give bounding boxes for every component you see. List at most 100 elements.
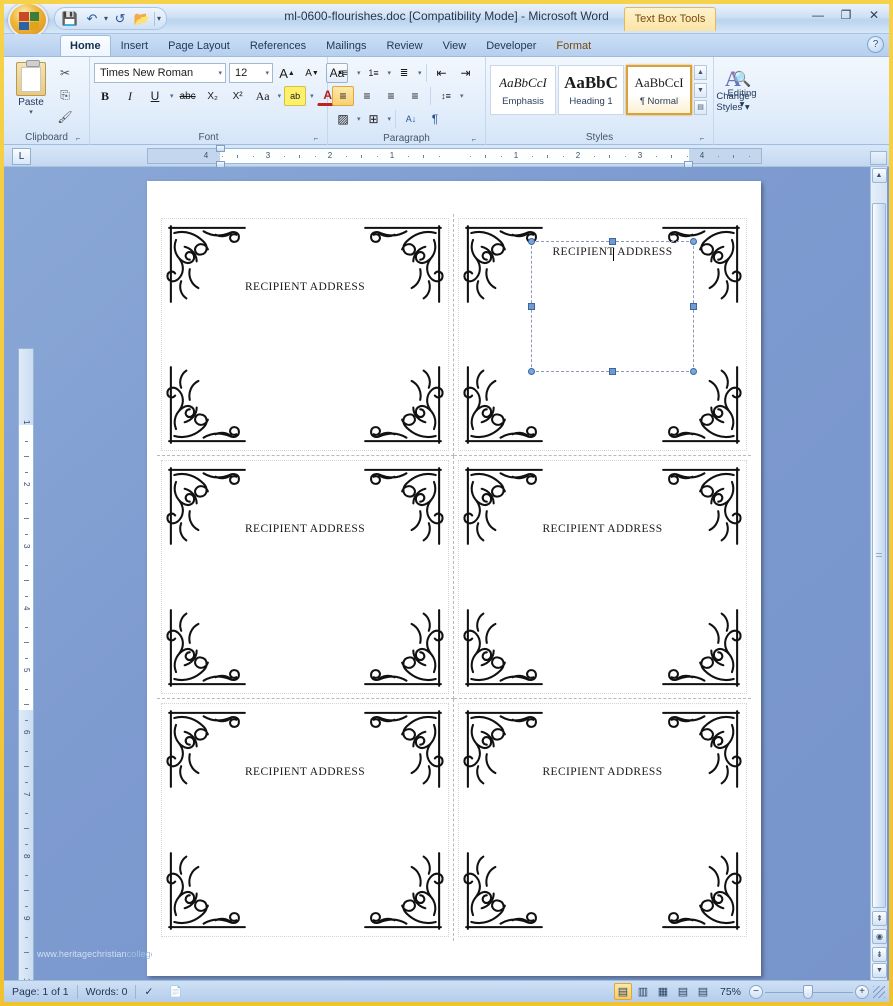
- font-name-caret-icon[interactable]: ▾: [218, 69, 222, 77]
- tab-format[interactable]: Format: [546, 35, 601, 56]
- grow-font-icon[interactable]: A▲: [276, 63, 298, 83]
- customize-qat-caret-icon[interactable]: ▾: [157, 14, 161, 23]
- tab-references[interactable]: References: [240, 35, 316, 56]
- restore-button[interactable]: ❐: [835, 6, 857, 24]
- vertical-ruler[interactable]: 1234567891011: [18, 348, 34, 980]
- multilevel-list-button[interactable]: ≣: [393, 63, 415, 83]
- split-window-handle[interactable]: [870, 151, 887, 165]
- style-tile-normal[interactable]: AaBbCcI ¶ Normal: [626, 65, 692, 115]
- recipient-address-text[interactable]: RECIPIENT ADDRESS: [162, 281, 448, 293]
- recipient-address-text[interactable]: RECIPIENT ADDRESS: [459, 766, 746, 778]
- bullets-caret-icon[interactable]: ▾: [357, 69, 361, 77]
- tab-page-layout[interactable]: Page Layout: [158, 35, 240, 56]
- minimize-button[interactable]: —: [807, 6, 829, 24]
- vertical-scrollbar[interactable]: ▲ ⇞ ◉ ⇟ ▼: [870, 167, 887, 980]
- strikethrough-button[interactable]: abc: [177, 86, 199, 106]
- document-page[interactable]: RECIPIENT ADDRESS RECIPIENT ADDRESS: [147, 181, 761, 976]
- language-icon[interactable]: 📄: [161, 985, 190, 998]
- decrease-indent-button[interactable]: ⇤: [431, 63, 453, 83]
- underline-button[interactable]: U: [144, 86, 166, 106]
- shading-caret-icon[interactable]: ▾: [357, 115, 361, 123]
- styles-dialog-launcher-icon[interactable]: ⌐: [697, 132, 707, 142]
- zoom-slider[interactable]: [765, 985, 853, 999]
- undo-icon[interactable]: ↶: [82, 9, 102, 28]
- styles-more-icon[interactable]: ▤: [694, 100, 707, 115]
- zoom-in-button[interactable]: +: [855, 985, 869, 999]
- page-indicator[interactable]: Page: 1 of 1: [4, 986, 77, 998]
- tab-review[interactable]: Review: [376, 35, 432, 56]
- zoom-level[interactable]: 75%: [714, 986, 747, 998]
- horizontal-ruler[interactable]: 43211234: [147, 148, 762, 164]
- card-cell-6[interactable]: RECIPIENT ADDRESS: [454, 699, 751, 941]
- tab-view[interactable]: View: [433, 35, 477, 56]
- view-full-screen-reading-icon[interactable]: ▥: [634, 983, 652, 1000]
- tab-insert[interactable]: Insert: [111, 35, 159, 56]
- scroll-up-icon[interactable]: ▲: [872, 168, 887, 183]
- tab-home[interactable]: Home: [60, 35, 111, 56]
- align-left-button[interactable]: ≡: [332, 86, 354, 106]
- tab-developer[interactable]: Developer: [476, 35, 546, 56]
- office-button[interactable]: [8, 4, 48, 38]
- view-draft-icon[interactable]: ▤: [694, 983, 712, 1000]
- numbering-caret-icon[interactable]: ▾: [388, 69, 392, 77]
- undo-dropdown-caret-icon[interactable]: ▾: [104, 14, 108, 23]
- shrink-font-icon[interactable]: A▼: [301, 63, 323, 83]
- view-print-layout-icon[interactable]: ▤: [614, 983, 632, 1000]
- view-outline-icon[interactable]: ▤: [674, 983, 692, 1000]
- zoom-out-button[interactable]: −: [749, 985, 763, 999]
- card-cell-5[interactable]: RECIPIENT ADDRESS: [157, 699, 454, 941]
- font-dialog-launcher-icon[interactable]: ⌐: [311, 132, 321, 142]
- sort-button[interactable]: A↓: [400, 109, 422, 129]
- previous-page-icon[interactable]: ⇞: [872, 911, 887, 926]
- format-painter-icon[interactable]: 🖌: [54, 107, 76, 127]
- select-browse-object-icon[interactable]: ◉: [872, 929, 887, 944]
- increase-indent-button[interactable]: ⇥: [455, 63, 477, 83]
- scrollbar-thumb[interactable]: [872, 203, 886, 908]
- style-tile-emphasis[interactable]: AaBbCcI Emphasis: [490, 65, 556, 115]
- multilevel-caret-icon[interactable]: ▾: [418, 69, 422, 77]
- close-button[interactable]: ✕: [863, 6, 885, 24]
- recipient-address-text[interactable]: RECIPIENT ADDRESS: [162, 523, 448, 535]
- recipient-address-text[interactable]: RECIPIENT ADDRESS: [459, 523, 746, 535]
- view-web-layout-icon[interactable]: ▦: [654, 983, 672, 1000]
- style-tile-heading1[interactable]: AaBbC Heading 1: [558, 65, 624, 115]
- resize-handle-bottom-left[interactable]: [528, 368, 535, 375]
- bold-button[interactable]: B: [94, 86, 116, 106]
- justify-button[interactable]: ≡: [404, 86, 426, 106]
- align-right-button[interactable]: ≡: [380, 86, 402, 106]
- word-count[interactable]: Words: 0: [78, 986, 136, 998]
- line-spacing-button[interactable]: ↕≡: [435, 86, 457, 106]
- superscript-button[interactable]: X²: [227, 86, 249, 106]
- styles-scroll-up-icon[interactable]: ▲: [694, 65, 707, 80]
- line-spacing-caret-icon[interactable]: ▾: [460, 92, 464, 100]
- card-cell-2[interactable]: RECIPIENT ADDRESS: [454, 214, 751, 456]
- show-formatting-marks-button[interactable]: ¶: [424, 109, 446, 129]
- resize-handle-middle-left[interactable]: [528, 303, 535, 310]
- redo-icon[interactable]: ↺: [110, 9, 130, 28]
- copy-icon[interactable]: ⎘: [54, 85, 76, 105]
- first-line-indent-marker[interactable]: [216, 145, 225, 152]
- card-cell-4[interactable]: RECIPIENT ADDRESS: [454, 456, 751, 698]
- borders-button[interactable]: ⊞: [363, 109, 385, 129]
- resize-handle-top-left[interactable]: [528, 238, 535, 245]
- open-icon[interactable]: 📂: [132, 9, 152, 28]
- underline-caret-icon[interactable]: ▾: [170, 92, 174, 100]
- resize-handle-top-center[interactable]: [609, 238, 616, 245]
- paragraph-dialog-launcher-icon[interactable]: ⌐: [469, 133, 479, 143]
- subscript-button[interactable]: X₂: [202, 86, 224, 106]
- bullets-button[interactable]: •≡: [332, 63, 354, 83]
- help-icon[interactable]: ?: [867, 36, 884, 53]
- numbering-button[interactable]: 1≡: [363, 63, 385, 83]
- borders-caret-icon[interactable]: ▾: [388, 115, 392, 123]
- next-page-icon[interactable]: ⇟: [872, 947, 887, 962]
- font-size-caret-icon[interactable]: ▾: [265, 69, 269, 77]
- resize-handle-bottom-center[interactable]: [609, 368, 616, 375]
- tab-stop-selector[interactable]: L: [12, 148, 31, 165]
- zoom-slider-thumb[interactable]: [803, 985, 813, 999]
- text-highlight-color-button[interactable]: ab: [284, 86, 306, 106]
- font-size-input[interactable]: 12 ▾: [229, 63, 273, 83]
- tab-mailings[interactable]: Mailings: [316, 35, 376, 56]
- resize-handle-middle-right[interactable]: [690, 303, 697, 310]
- selected-text-box[interactable]: RECIPIENT ADDRESS: [531, 241, 694, 372]
- recipient-address-text[interactable]: RECIPIENT ADDRESS: [162, 766, 448, 778]
